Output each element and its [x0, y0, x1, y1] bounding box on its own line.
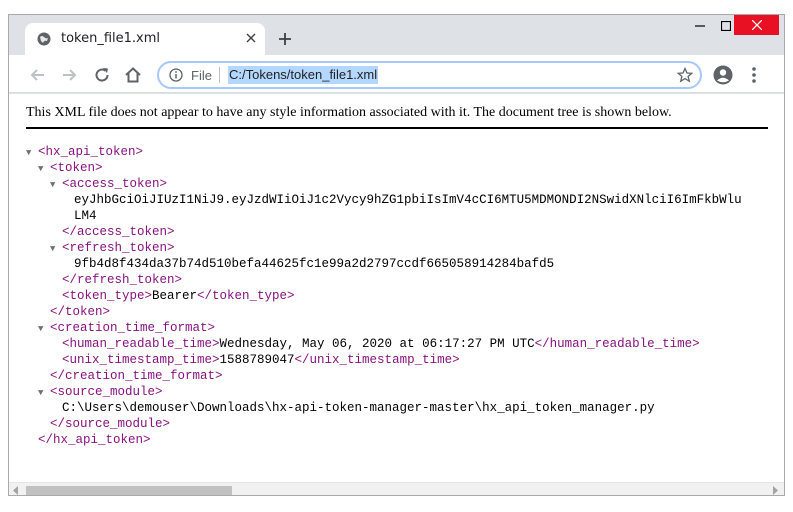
xml-text-value: C:\Users\demouser\Downloads\hx-api-token…	[62, 401, 655, 415]
collapse-arrow-icon[interactable]: ▼	[50, 177, 62, 193]
tree-line: eyJhbGciOiJIUzI1NiJ9.eyJzdWIiOiJ1c2Vycy9…	[26, 192, 784, 208]
tree-line: </access_token>	[26, 224, 784, 240]
globe-icon	[37, 32, 51, 46]
xml-tag: </token_type>	[197, 289, 295, 303]
tree-line: ▼ <access_token>	[26, 176, 784, 193]
tree-line: ▼ <token>	[26, 160, 784, 177]
file-scheme-label: File	[191, 68, 212, 83]
tab-title: token_file1.xml	[61, 31, 161, 46]
back-button[interactable]	[29, 66, 47, 84]
home-button[interactable]	[124, 66, 142, 84]
page-content: This XML file does not appear to have an…	[9, 94, 784, 482]
tree-line: <unix_timestamp_time>1588789047</unix_ti…	[26, 352, 784, 368]
xml-tag: </refresh_token>	[62, 273, 183, 287]
collapse-arrow-icon[interactable]: ▼	[26, 145, 38, 161]
scroll-right-icon[interactable]	[771, 486, 779, 495]
xml-tag: </unix_timestamp_time>	[294, 353, 460, 367]
tree-line: ▼ <refresh_token>	[26, 240, 784, 257]
tree-line: ▼ <creation_time_format>	[26, 320, 784, 337]
xml-text-value: 1588789047	[219, 353, 295, 367]
close-icon	[751, 20, 762, 30]
xml-tag: </token>	[50, 305, 111, 319]
collapse-arrow-icon[interactable]: ▼	[38, 161, 50, 177]
tree-line: </creation_time_format>	[26, 368, 784, 384]
xml-tag: <refresh_token>	[62, 241, 175, 255]
minimize-icon	[695, 25, 705, 27]
browser-window: token_file1.xml File C:/Tokens/token_fil…	[8, 14, 785, 496]
maximize-icon	[721, 21, 731, 31]
scrollbar-thumb[interactable]	[26, 486, 232, 495]
browser-toolbar: File C:/Tokens/token_file1.xml	[9, 55, 784, 93]
collapse-arrow-icon[interactable]: ▼	[50, 241, 62, 257]
collapse-arrow-icon[interactable]: ▼	[38, 385, 50, 401]
tree-line: <token_type>Bearer</token_type>	[26, 288, 784, 304]
xml-text-value: Wednesday, May 06, 2020 at 06:17:27 PM U…	[219, 337, 535, 351]
tab-strip: token_file1.xml	[9, 15, 784, 55]
reload-button[interactable]	[93, 66, 111, 84]
address-bar[interactable]: File C:/Tokens/token_file1.xml	[157, 61, 702, 89]
xml-tag: <human_readable_time>	[62, 337, 220, 351]
xml-tree: ▼ <hx_api_token> ▼ <token> ▼ <access_token>…	[26, 144, 784, 448]
forward-button[interactable]	[60, 66, 78, 84]
xml-tag: <token>	[50, 161, 103, 175]
tree-line: </token>	[26, 304, 784, 320]
xml-text-value: LM4	[74, 209, 97, 223]
address-separator	[219, 67, 220, 83]
tree-line: C:\Users\demouser\Downloads\hx-api-token…	[26, 400, 784, 416]
info-icon[interactable]	[169, 68, 183, 82]
tree-line: 9fb4d8f434da37b74d510befa44625fc1e99a2d2…	[26, 256, 784, 272]
xml-tag: </creation_time_format>	[50, 369, 223, 383]
tree-line: <human_readable_time>Wednesday, May 06, …	[26, 336, 784, 352]
xml-tag: <source_module>	[50, 385, 163, 399]
xml-tag: </source_module>	[50, 417, 171, 431]
xml-tag: <unix_timestamp_time>	[62, 353, 220, 367]
xml-tag: <token_type>	[62, 289, 153, 303]
xml-tag: <hx_api_token>	[38, 145, 144, 159]
collapse-arrow-icon[interactable]: ▼	[38, 321, 50, 337]
horizontal-scrollbar[interactable]	[9, 482, 784, 495]
xml-notice: This XML file does not appear to have an…	[26, 105, 768, 129]
new-tab-button[interactable]	[277, 31, 293, 47]
account-icon[interactable]	[713, 65, 733, 85]
xml-tag: <creation_time_format>	[50, 321, 216, 335]
tree-line: </refresh_token>	[26, 272, 784, 288]
scroll-left-icon[interactable]	[12, 486, 20, 495]
xml-text-value: eyJhbGciOiJIUzI1NiJ9.eyJzdWIiOiJ1c2Vycy9…	[74, 193, 742, 207]
tree-line: </hx_api_token>	[26, 432, 784, 448]
xml-tag: </access_token>	[62, 225, 175, 239]
window-close-button[interactable]	[734, 15, 779, 35]
bookmark-star-icon[interactable]	[677, 67, 693, 83]
xml-tag: </human_readable_time>	[534, 337, 700, 351]
xml-tag: <access_token>	[62, 177, 168, 191]
menu-dots-icon[interactable]	[751, 66, 757, 84]
tree-line: ▼ <hx_api_token>	[26, 144, 784, 161]
tree-line: ▼ <source_module>	[26, 384, 784, 401]
tab-token-file[interactable]: token_file1.xml	[25, 23, 265, 55]
xml-text-value: 9fb4d8f434da37b74d510befa44625fc1e99a2d2…	[74, 257, 555, 271]
tree-line: LM4	[26, 208, 784, 224]
tree-line: </source_module>	[26, 416, 784, 432]
url-text[interactable]: C:/Tokens/token_file1.xml	[228, 66, 379, 84]
xml-tag: </hx_api_token>	[38, 433, 151, 447]
close-icon[interactable]	[243, 30, 259, 46]
xml-text-value: Bearer	[152, 289, 198, 303]
